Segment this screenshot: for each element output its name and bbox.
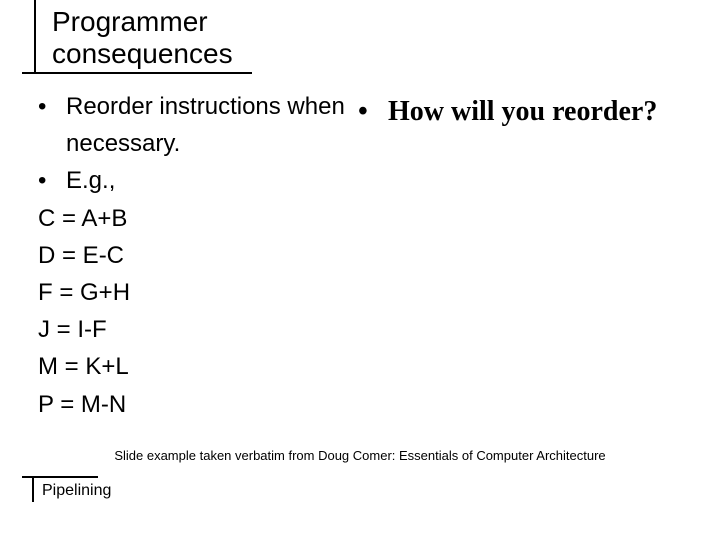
equation-line: D = E-C <box>38 237 358 274</box>
left-column: • Reorder instructions when necessary. •… <box>38 88 358 423</box>
bullet-item: • E.g., <box>38 162 358 199</box>
equation-line: J = I-F <box>38 311 358 348</box>
slide-title: Programmer consequences <box>22 6 252 72</box>
bullet-item: • Reorder instructions when necessary. <box>38 88 358 162</box>
footer-label: Pipelining <box>22 478 111 500</box>
title-section: Programmer consequences <box>22 6 252 74</box>
bullet-dot: • <box>38 88 66 162</box>
bullet-item: • How will you reorder? <box>358 94 657 129</box>
bullet-dot: • <box>38 162 66 199</box>
equation-line: M = K+L <box>38 348 358 385</box>
question-text: How will you reorder? <box>388 94 657 129</box>
equation-line: P = M-N <box>38 386 358 423</box>
content-area: • Reorder instructions when necessary. •… <box>38 88 700 423</box>
footer-section: Pipelining <box>22 478 111 500</box>
bullet-text: Reorder instructions when necessary. <box>66 88 358 162</box>
attribution-text: Slide example taken verbatim from Doug C… <box>0 448 720 463</box>
equation-line: F = G+H <box>38 274 358 311</box>
bullet-text: E.g., <box>66 162 115 199</box>
right-column: • How will you reorder? <box>358 88 657 423</box>
bullet-dot: • <box>358 94 388 129</box>
equation-line: C = A+B <box>38 200 358 237</box>
